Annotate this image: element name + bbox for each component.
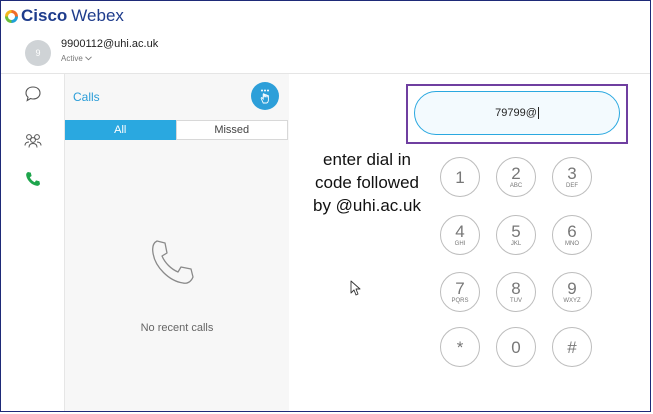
dialpad-key-8[interactable]: 8 TUV [496,272,536,312]
phone-outline-icon [151,240,194,284]
calls-panel: Calls All Missed No recent calls [64,74,290,411]
dialpad-key-2[interactable]: 2 ABC [496,157,536,197]
key-digit: 5 [511,221,521,241]
key-digit: 6 [567,221,577,241]
empty-state-text: No recent calls [140,322,214,334]
annotation-line-3: by @uhi.ac.uk [313,196,421,215]
key-letters: PQRS [451,297,469,304]
key-digit: * [456,337,464,357]
dialpad-key-3[interactable]: 3 DEF [552,157,592,197]
key-digit: 7 [455,278,465,298]
key-digit: 3 [567,163,577,183]
webex-logo: Cisco Webex [5,6,124,26]
key-digit: 8 [511,278,521,298]
key-digit: 0 [511,337,521,357]
calls-tabs: All Missed [65,120,288,140]
key-letters: ABC [509,182,523,189]
brand-webex-text: Webex [71,6,124,25]
tab-all[interactable]: All [65,120,176,140]
dialpad-key-6[interactable]: 6 MNO [552,215,592,255]
dialpad-key-4[interactable]: 4 GHI [440,215,480,255]
dialpad-icon [260,89,269,104]
key-letters: MNO [565,240,579,247]
text-caret [537,107,539,119]
left-navigation [1,74,64,411]
sidebar-item-calls[interactable] [23,169,43,189]
chat-bubble-icon [25,86,41,102]
dialpad-key-7[interactable]: 7 PQRS [440,272,480,312]
avatar[interactable]: 9 [25,40,51,66]
user-email: 9900112@uhi.ac.uk [61,38,159,50]
status-dropdown[interactable]: Active [61,54,92,63]
key-letters: GHI [454,240,466,247]
key-digit: 9 [567,278,577,298]
dialpad-key-0[interactable]: 0 [496,327,536,367]
key-digit: 2 [511,163,521,183]
chevron-down-icon [85,54,92,63]
dialpad-key-5[interactable]: 5 JKL [496,215,536,255]
title-bar: Cisco Webex 9 9900112@uhi.ac.uk Active [1,1,650,74]
dial-input-value: 79799@ [495,107,537,119]
calls-title: Calls [73,90,100,104]
key-digit: 4 [455,221,465,241]
mouse-pointer-icon [350,280,361,296]
sidebar-item-teams[interactable] [23,130,43,150]
key-letters: WXYZ [563,297,581,304]
key-letters: JKL [510,240,522,247]
people-icon [24,134,42,148]
annotation-line-2: code followed [315,173,419,192]
dialpad-key-hash[interactable]: # [552,327,592,367]
annotation-line-1: enter dial in [323,150,411,169]
key-letters: TUV [510,297,522,304]
key-letters: DEF [566,182,578,189]
dialpad-key-9[interactable]: 9 WXYZ [552,272,592,312]
sidebar-item-messaging[interactable] [23,84,43,104]
key-digit: # [567,337,577,357]
brand-cisco-text: Cisco [21,6,68,25]
status-label: Active [61,54,83,63]
key-digit: 1 [455,167,465,187]
phone-icon [26,172,40,186]
webex-logo-icon [5,9,18,23]
tab-missed[interactable]: Missed [175,120,288,140]
dialpad-key-1[interactable]: 1 [440,157,480,197]
dialpad-key-star[interactable]: * [440,327,480,367]
instruction-annotation: enter dial in code followed by @uhi.ac.u… [298,148,436,217]
dial-input[interactable]: 79799@ [414,91,620,135]
dialpad-button[interactable] [251,82,279,110]
